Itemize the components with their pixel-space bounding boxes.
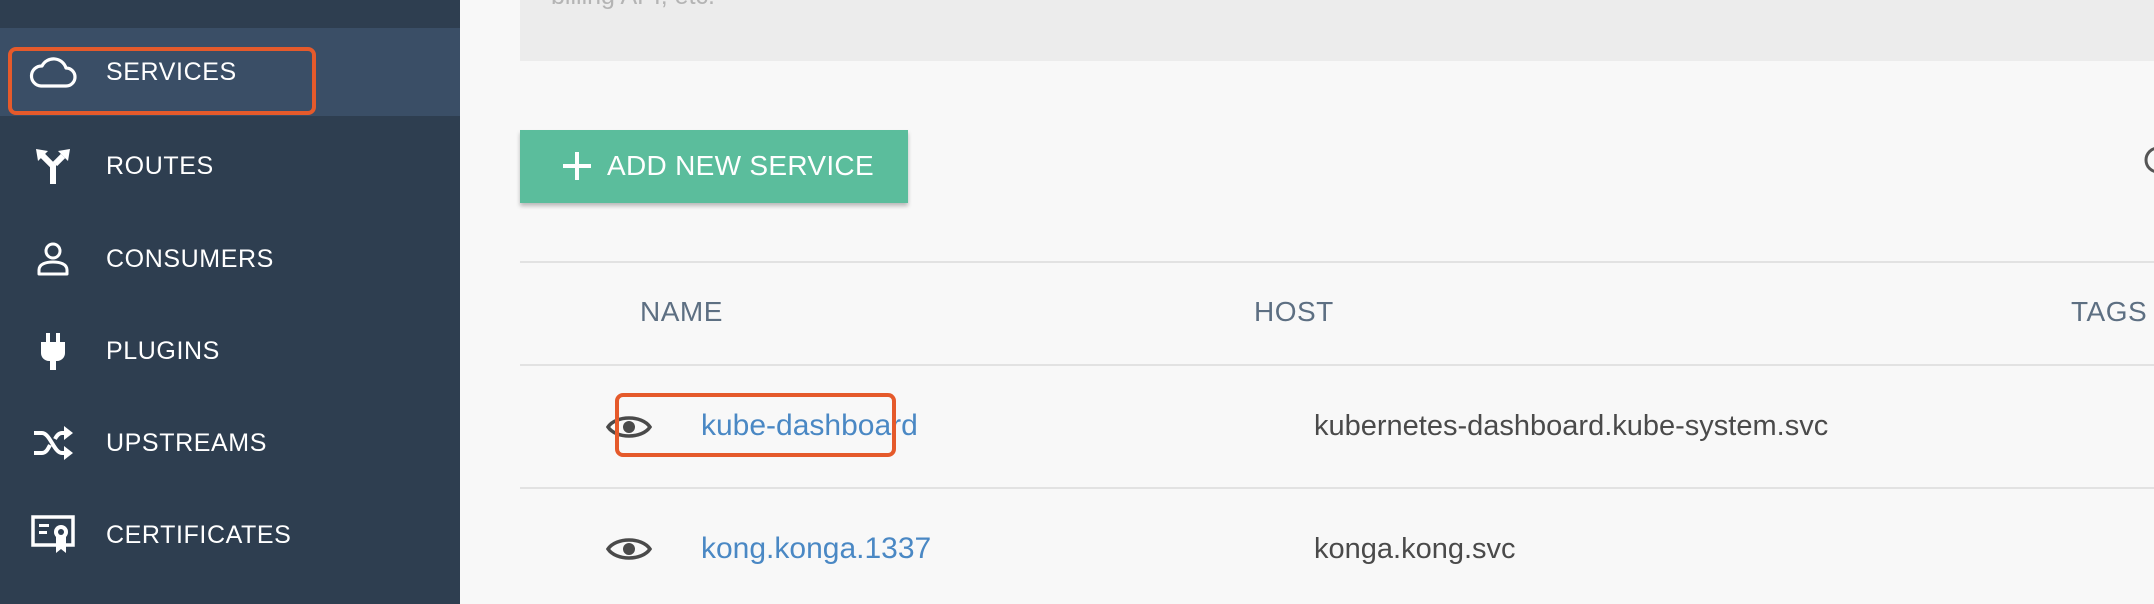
description-panel: billing API, etc. [520,0,2154,61]
add-new-service-label: ADD NEW SERVICE [607,150,874,181]
app-window: SERVICES ROUTES CONSUMERS PLUGINS UPSTRE… [0,0,2154,604]
sidebar-item-label: CERTIFICATES [106,520,292,549]
plug-icon [28,326,78,376]
column-header-host[interactable]: HOST [1254,296,1334,328]
eye-icon[interactable] [606,412,652,442]
sidebar-item-services[interactable]: SERVICES [0,28,460,116]
sidebar-item-label: SERVICES [106,57,237,86]
table-top-divider [520,261,2154,263]
service-host: kubernetes-dashboard.kube-system.svc [1314,410,1829,442]
sidebar-item-label: PLUGINS [106,336,220,365]
eye-icon[interactable] [606,534,652,564]
sidebar-item-consumers[interactable]: CONSUMERS [0,215,460,303]
route-icon [28,141,78,191]
table-row: kong.konga.1337 konga.kong.svc [520,489,2154,604]
sidebar: SERVICES ROUTES CONSUMERS PLUGINS UPSTRE… [0,0,460,604]
description-text: billing API, etc. [551,0,715,11]
sidebar-item-plugins[interactable]: PLUGINS [0,307,460,395]
user-icon [28,234,78,284]
column-header-tags[interactable]: TAGS [2071,296,2147,328]
certificate-icon [28,510,78,560]
main-content: billing API, etc. ADD NEW SERVICE NAME H… [460,0,2154,604]
sidebar-top-strip [0,0,460,27]
search-icon[interactable] [2140,145,2154,179]
sidebar-item-label: UPSTREAMS [106,428,267,457]
service-host: konga.kong.svc [1314,533,1516,565]
sidebar-item-label: CONSUMERS [106,244,274,273]
plus-icon [563,152,591,180]
sidebar-item-routes[interactable]: ROUTES [0,122,460,210]
sidebar-item-certificates[interactable]: CERTIFICATES [0,491,460,579]
sidebar-item-label: ROUTES [106,151,214,180]
cloud-icon [28,47,78,97]
sidebar-item-upstreams[interactable]: UPSTREAMS [0,399,460,487]
service-name-link[interactable]: kube-dashboard [701,409,918,443]
column-header-name[interactable]: NAME [640,296,723,328]
shuffle-icon [28,418,78,468]
add-new-service-button[interactable]: ADD NEW SERVICE [520,130,908,203]
table-row: kube-dashboard kubernetes-dashboard.kube… [520,366,2154,488]
service-name-link[interactable]: kong.konga.1337 [701,532,931,566]
